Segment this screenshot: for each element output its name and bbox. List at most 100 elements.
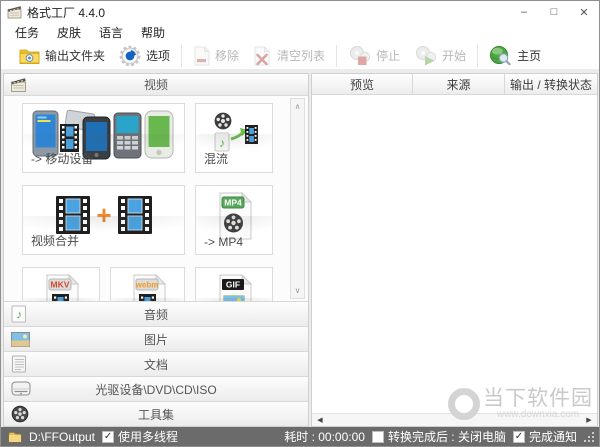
shutdown-after-label: 转换完成后 : 关闭电脑 — [388, 428, 506, 445]
sidebar-section-audio[interactable]: ♪ 音频 — [4, 301, 308, 326]
scroll-right-icon[interactable]: ▶ — [583, 416, 595, 424]
scroll-down-icon[interactable]: ∨ — [291, 283, 304, 298]
mkv-file-icon: MKV — [23, 274, 99, 301]
shutdown-after-checkbox[interactable] — [372, 431, 384, 443]
elapsed-time: 耗时 : 00:00:00 — [284, 428, 365, 445]
sidebar-section-picture[interactable]: 图片 — [4, 326, 308, 351]
picture-icon — [11, 332, 30, 347]
sidebar-section-audio-label: 音频 — [144, 306, 168, 323]
app-logo-icon — [7, 5, 22, 19]
column-output-status[interactable]: 输出 / 转换状态 — [505, 74, 597, 94]
start-button[interactable]: 开始 — [407, 43, 473, 69]
minimize-button[interactable]: – — [509, 1, 539, 23]
toolbar-separator — [181, 45, 182, 67]
sidebar-section-toolset[interactable]: 工具集 — [4, 401, 308, 426]
mkv-badge: MKV — [51, 280, 70, 290]
toolbar: 输出文件夹 选项 移除 — [1, 42, 599, 70]
column-preview[interactable]: 预览 — [312, 74, 413, 94]
menu-skin[interactable]: 皮肤 — [48, 24, 90, 41]
folder-icon — [19, 48, 40, 64]
sidebar-section-video-label: 视频 — [144, 76, 168, 93]
stop-icon — [348, 45, 371, 66]
sidebar-section-video[interactable]: 视频 — [4, 74, 308, 96]
card-to-mkv[interactable]: MKV — [22, 267, 100, 301]
card-video-merge-label: 视频合并 — [31, 232, 79, 249]
main-area: 视频 — [1, 70, 599, 427]
gear-icon — [119, 45, 141, 67]
maximize-button[interactable]: □ — [539, 1, 569, 23]
task-list-hscrollbar[interactable]: ◀ ▶ — [312, 413, 597, 426]
options-label: 选项 — [146, 47, 170, 64]
notify-option[interactable]: ✓ 完成通知 — [513, 428, 577, 445]
output-folder-button[interactable]: 输出文件夹 — [12, 43, 112, 69]
card-mux-label: 混流 — [204, 150, 228, 167]
gif-file-icon: GIF — [196, 274, 272, 301]
column-source[interactable]: 来源 — [413, 74, 505, 94]
window-title: 格式工厂 4.4.0 — [27, 4, 105, 21]
svg-text:♪: ♪ — [16, 308, 22, 322]
options-button[interactable]: 选项 — [112, 43, 177, 69]
webm-file-icon: webm — [111, 274, 184, 301]
sidebar-section-picture-label: 图片 — [144, 331, 168, 348]
card-mobile-devices-label: -> 移动设备 — [31, 150, 93, 167]
clapperboard-icon — [10, 76, 27, 93]
toolbar-separator — [477, 45, 478, 67]
sidebar-section-document-label: 文档 — [144, 356, 168, 373]
sidebar-scrollbar[interactable]: ∧ ∨ — [290, 98, 305, 299]
clear-list-label: 清空列表 — [277, 47, 325, 64]
close-button[interactable]: ✕ — [569, 1, 599, 23]
clear-list-icon — [253, 46, 272, 66]
remove-button[interactable]: 移除 — [186, 43, 246, 69]
card-to-webm[interactable]: webm — [110, 267, 185, 301]
card-to-gif[interactable]: GIF — [195, 267, 273, 301]
clear-list-button[interactable]: 清空列表 — [246, 43, 332, 69]
webm-badge: webm — [134, 281, 158, 290]
audio-icon: ♪ — [11, 305, 27, 323]
video-formats-grid: -> 移动设备 ♪ — [4, 96, 308, 301]
multithread-checkbox[interactable]: ✓ — [102, 431, 114, 443]
menubar: 任务 皮肤 语言 帮助 — [1, 23, 599, 42]
sidebar-section-optical-label: 光驱设备\DVD\CD\ISO — [95, 381, 216, 398]
multithread-label: 使用多线程 — [118, 428, 178, 445]
card-video-merge[interactable]: + 视频合并 — [22, 185, 185, 255]
menu-tasks[interactable]: 任务 — [6, 24, 48, 41]
window-controls: – □ ✕ — [509, 1, 599, 23]
multithread-option[interactable]: ✓ 使用多线程 — [102, 428, 178, 445]
sidebar-section-document[interactable]: 文档 — [4, 351, 308, 376]
remove-icon — [193, 46, 210, 66]
notify-checkbox[interactable]: ✓ — [513, 431, 525, 443]
sidebar-section-optical-dvd-cd-iso[interactable]: 光驱设备\DVD\CD\ISO — [4, 376, 308, 401]
stop-button[interactable]: 停止 — [341, 43, 407, 69]
task-list-empty-area[interactable] — [312, 95, 597, 413]
toolbar-separator — [336, 45, 337, 67]
card-to-mp4[interactable]: MP4 -> MP4 — [195, 185, 273, 255]
titlebar: 格式工厂 4.4.0 – □ ✕ — [1, 1, 599, 23]
home-label: 主页 — [517, 47, 541, 64]
output-path[interactable]: D:\FFOutput — [29, 430, 95, 444]
card-mux[interactable]: ♪ 混流 — [195, 103, 273, 173]
toolset-reel-icon — [11, 405, 29, 423]
start-icon — [414, 45, 437, 66]
mp4-badge: MP4 — [224, 198, 242, 208]
scroll-up-icon[interactable]: ∧ — [291, 99, 304, 114]
start-label: 开始 — [442, 47, 466, 64]
notify-label: 完成通知 — [529, 428, 577, 445]
scroll-left-icon[interactable]: ◀ — [314, 416, 326, 424]
sidebar-section-toolset-label: 工具集 — [138, 406, 174, 423]
menu-language[interactable]: 语言 — [90, 24, 132, 41]
card-to-mp4-label: -> MP4 — [204, 235, 243, 249]
stop-label: 停止 — [376, 47, 400, 64]
home-button[interactable]: 主页 — [482, 43, 548, 69]
menu-help[interactable]: 帮助 — [132, 24, 174, 41]
app-window: 格式工厂 4.4.0 – □ ✕ 任务 皮肤 语言 帮助 输出文件夹 — [0, 0, 600, 447]
output-path-folder-icon — [8, 431, 22, 443]
optical-drive-icon — [11, 381, 31, 397]
resize-grip[interactable] — [584, 432, 595, 443]
card-mobile-devices[interactable]: -> 移动设备 — [22, 103, 185, 173]
home-globe-icon — [489, 45, 512, 66]
output-folder-label: 输出文件夹 — [45, 47, 105, 64]
task-table-header: 预览 来源 输出 / 转换状态 — [312, 74, 597, 95]
shutdown-after-option[interactable]: 转换完成后 : 关闭电脑 — [372, 428, 506, 445]
statusbar: D:\FFOutput ✓ 使用多线程 耗时 : 00:00:00 转换完成后 … — [1, 427, 599, 446]
document-icon — [11, 355, 27, 373]
